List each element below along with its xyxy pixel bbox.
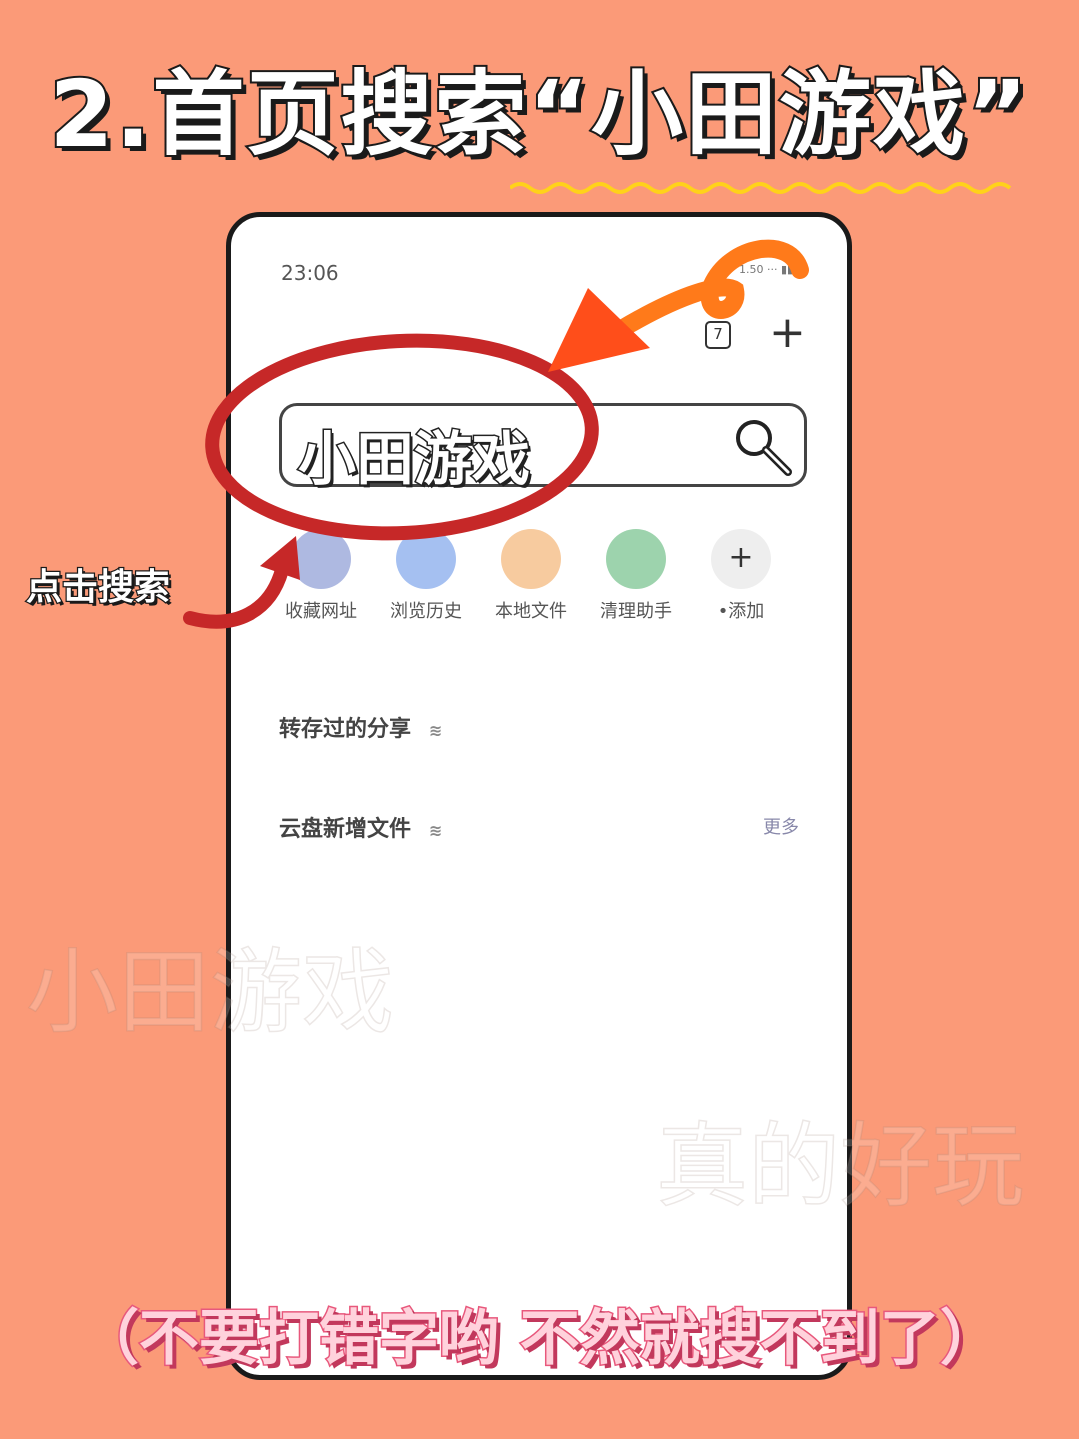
bottom-note: （不要打错字哟 不然就搜不到了） <box>78 1303 1002 1376</box>
tap-search-label: 点击搜索 <box>25 566 172 610</box>
history-icon <box>396 529 456 589</box>
search-query-text: 小田游戏 <box>296 424 531 495</box>
section-cloud-new-files[interactable]: 云盘新增文件 ≋ <box>279 811 442 843</box>
bookmark-icon <box>291 529 351 589</box>
folder-icon <box>501 529 561 589</box>
collapse-icon: ≋ <box>429 721 443 740</box>
shortcut-bookmarks[interactable]: 收藏网址 <box>271 529 371 623</box>
shortcut-label: 清理助手 <box>600 601 672 622</box>
squiggle-underline <box>510 182 1012 194</box>
add-tab-button[interactable]: + <box>769 311 806 355</box>
section-title-text: 云盘新增文件 <box>279 817 412 842</box>
status-time: 23:06 <box>281 261 339 285</box>
more-link[interactable]: 更多 <box>763 813 799 839</box>
search-input[interactable]: 小田游戏 <box>279 403 807 495</box>
plus-icon: + <box>711 529 771 589</box>
shortcut-add[interactable]: + •添加 <box>691 529 791 623</box>
broom-icon <box>606 529 666 589</box>
section-title-text: 转存过的分享 <box>279 717 412 742</box>
collapse-icon: ≋ <box>429 821 443 840</box>
search-icon[interactable] <box>730 414 796 480</box>
shortcut-local-files[interactable]: 本地文件 <box>481 529 581 623</box>
shortcut-cleaner[interactable]: 清理助手 <box>586 529 686 623</box>
page-title: 2.首页搜索“小田游戏” <box>48 59 1030 170</box>
watermark-text: 小田游戏 <box>25 938 395 1047</box>
shortcut-label: 本地文件 <box>495 601 567 622</box>
shortcut-history[interactable]: 浏览历史 <box>376 529 476 623</box>
section-saved-shares[interactable]: 转存过的分享 ≋ <box>279 711 442 743</box>
status-icons: 1.50 ··· ▮▮ ▭ <box>739 263 807 276</box>
shortcut-label: 收藏网址 <box>285 601 357 622</box>
tab-count-button[interactable]: 7 <box>705 321 731 349</box>
watermark-text: 真的好玩 <box>655 1112 1025 1221</box>
shortcut-label: 浏览历史 <box>390 601 462 622</box>
shortcut-label: •添加 <box>717 601 765 622</box>
